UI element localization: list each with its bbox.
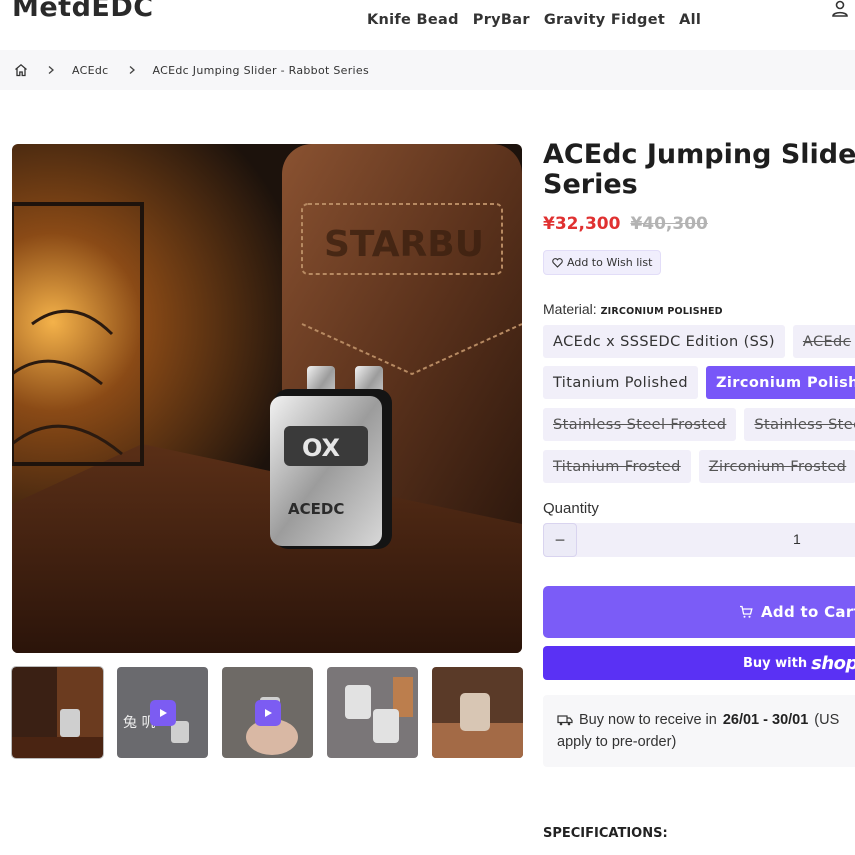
- main-nav: Knife Bead PryBar Gravity Fidget All: [367, 12, 701, 28]
- site-logo[interactable]: MetdEDC: [12, 0, 154, 23]
- thumbnail-4[interactable]: [327, 667, 418, 758]
- quantity-input[interactable]: 1: [793, 531, 801, 547]
- product-info: ACEdc Jumping Slider Series ¥32,300 ¥40,…: [543, 140, 855, 767]
- variant-option-soldout[interactable]: Stainless Steel: [744, 408, 855, 441]
- delivery-dates: 26/01 - 30/01: [722, 712, 809, 728]
- variant-option-soldout[interactable]: ACEdc: [792, 325, 855, 358]
- variant-picker: ACEdc x SSSEDC Edition (SS) ACEdc Titani…: [543, 325, 855, 485]
- breadcrumb-item-brand[interactable]: ACEdc: [72, 64, 109, 77]
- product-title: ACEdc Jumping Slider Series: [543, 140, 855, 200]
- delivery-estimate: Buy now to receive in 26/01 - 30/01 (US …: [543, 695, 855, 767]
- product-title-line2: Series: [543, 169, 638, 200]
- add-to-cart-label: Add to Cart: [761, 603, 855, 621]
- variant-option[interactable]: ACEdc x SSSEDC Edition (SS): [543, 325, 785, 358]
- product-fidget-slider: OX ACEDC: [270, 366, 392, 549]
- thumbnail-strip: 兔 叽: [11, 666, 523, 759]
- price-block: ¥32,300 ¥40,300: [543, 214, 855, 234]
- chevron-right-icon: [129, 66, 135, 74]
- thumbnail-1[interactable]: [11, 666, 104, 759]
- nav-all[interactable]: All: [679, 12, 701, 28]
- home-icon[interactable]: [14, 63, 28, 77]
- chevron-right-icon: [48, 66, 54, 74]
- nav-prybar[interactable]: PryBar: [473, 12, 530, 28]
- variant-option-soldout[interactable]: Zirconium Frosted: [698, 450, 855, 483]
- cart-icon: [740, 605, 753, 618]
- play-icon: [254, 699, 281, 726]
- heart-icon: [552, 257, 563, 268]
- breadcrumb-item-current: ACEdc Jumping Slider - Rabbot Series: [152, 63, 370, 77]
- specifications-heading: SPECIFICATIONS:: [543, 826, 668, 841]
- thumbnail-3-video[interactable]: [222, 667, 313, 758]
- nav-gravity-fidget[interactable]: Gravity Fidget: [544, 12, 665, 28]
- material-selected-value: ZIRCONIUM POLISHED: [600, 306, 723, 317]
- sale-price: ¥32,300: [543, 214, 621, 234]
- play-icon: [149, 699, 176, 726]
- delivery-suffix: (US: [814, 712, 840, 728]
- compare-price: ¥40,300: [630, 214, 708, 234]
- svg-text:STARBU: STARBU: [324, 224, 484, 265]
- quantity-stepper: − 1: [543, 523, 855, 557]
- nav-knife-bead[interactable]: Knife Bead: [367, 12, 459, 28]
- quantity-decrease-button[interactable]: −: [543, 523, 577, 557]
- add-to-cart-button[interactable]: Add to Cart: [543, 586, 855, 638]
- main-product-image[interactable]: STARBU OX ACEDC: [12, 144, 522, 653]
- buy-with-shop-button[interactable]: Buy with shop: [543, 646, 855, 680]
- wishlist-label: Add to Wish list: [567, 256, 653, 269]
- delivery-prefix: Buy now to receive in: [579, 712, 717, 728]
- quantity-label: Quantity: [543, 500, 599, 517]
- variant-option-selected[interactable]: Zirconium Polished: [705, 366, 855, 399]
- svg-text:ACEDC: ACEDC: [288, 500, 344, 518]
- product-title-line1: ACEdc Jumping Slider: [543, 140, 855, 170]
- user-icon[interactable]: [831, 0, 849, 18]
- site-header: MetdEDC Knife Bead PryBar Gravity Fidget…: [0, 0, 855, 50]
- thumbnail-5[interactable]: [432, 667, 523, 758]
- breadcrumb: ACEdc ACEdc Jumping Slider - Rabbot Seri…: [0, 50, 855, 90]
- buy-with-label: Buy with: [743, 655, 808, 671]
- variant-option[interactable]: Titanium Polished: [543, 366, 698, 399]
- shop-pay-logo: shop: [811, 652, 855, 674]
- material-label: Material: ZIRCONIUM POLISHED: [543, 301, 723, 317]
- variant-option-soldout[interactable]: Titanium Frosted: [543, 450, 691, 483]
- thumbnail-2-video[interactable]: 兔 叽: [117, 667, 208, 758]
- truck-icon: [557, 715, 573, 726]
- svg-text:OX: OX: [302, 434, 341, 462]
- delivery-line2: apply to pre-order): [557, 734, 677, 750]
- material-label-text: Material:: [543, 301, 597, 317]
- add-to-wishlist-button[interactable]: Add to Wish list: [543, 250, 662, 275]
- variant-option-soldout[interactable]: Stainless Steel Frosted: [543, 408, 737, 441]
